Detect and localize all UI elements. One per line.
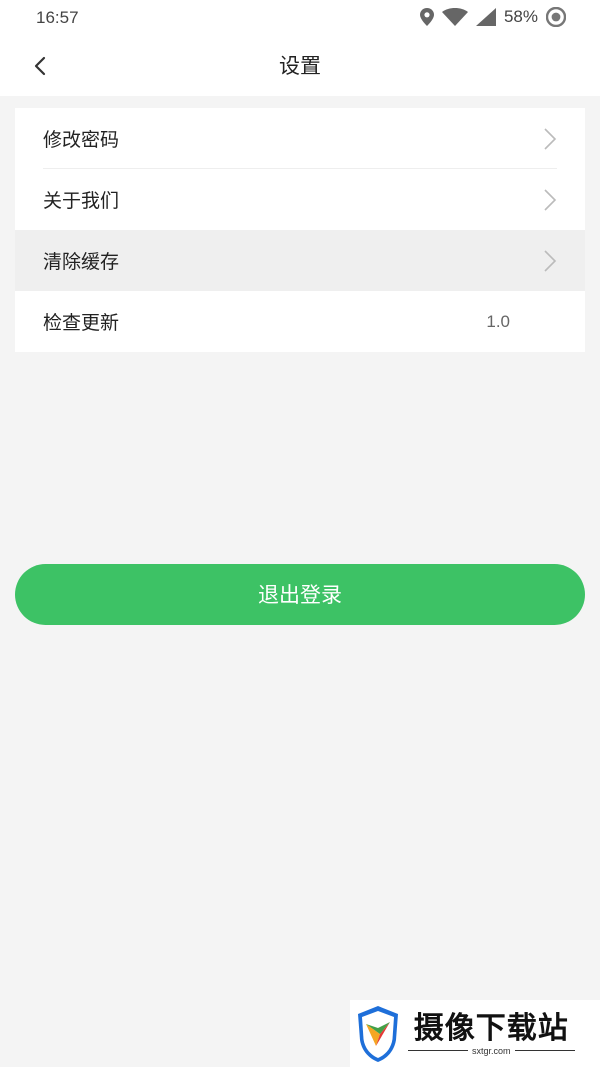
settings-item-about-us[interactable]: 关于我们 [15, 169, 585, 230]
settings-item-label: 修改密码 [43, 129, 120, 151]
watermark-title: 摄像下载站 [413, 1010, 569, 1046]
settings-item-label: 关于我们 [43, 190, 120, 212]
status-bar: 16:57 58% [0, 0, 600, 36]
signal-icon [475, 8, 496, 26]
battery-percent: 58% [503, 7, 538, 26]
location-icon [419, 8, 434, 26]
settings-item-label: 清除缓存 [43, 251, 120, 273]
eye-icon [546, 7, 566, 27]
watermark-subtitle: sxtgr.com [472, 1045, 511, 1056]
settings-item-check-update[interactable]: 检查更新 1.0 [15, 291, 585, 352]
watermark-text: 摄像下载站 sxtgr.com [408, 1010, 575, 1056]
watermark: 摄像下载站 sxtgr.com [350, 1000, 600, 1067]
shield-logo-icon [358, 1005, 398, 1062]
settings-item-clear-cache[interactable]: 清除缓存 [15, 230, 585, 291]
settings-list: 修改密码 关于我们 清除缓存 检查更新 1.0 [15, 108, 585, 352]
status-time: 16:57 [36, 8, 79, 27]
back-button[interactable] [22, 48, 58, 84]
wifi-icon [441, 8, 468, 26]
app-header: 设置 [0, 36, 600, 96]
status-icons: 58% [419, 7, 566, 27]
logout-button[interactable]: 退出登录 [15, 564, 585, 625]
settings-item-change-password[interactable]: 修改密码 [15, 108, 585, 169]
watermark-subtitle-row: sxtgr.com [408, 1046, 575, 1056]
chevron-left-icon [34, 56, 46, 76]
divider [514, 1050, 575, 1051]
chevron-right-icon [544, 189, 557, 211]
settings-item-label: 检查更新 [43, 312, 120, 334]
page-title: 设置 [279, 54, 321, 78]
version-value: 1.0 [486, 311, 510, 331]
chevron-right-icon [544, 128, 557, 150]
divider [408, 1050, 468, 1051]
chevron-right-icon [544, 250, 557, 272]
